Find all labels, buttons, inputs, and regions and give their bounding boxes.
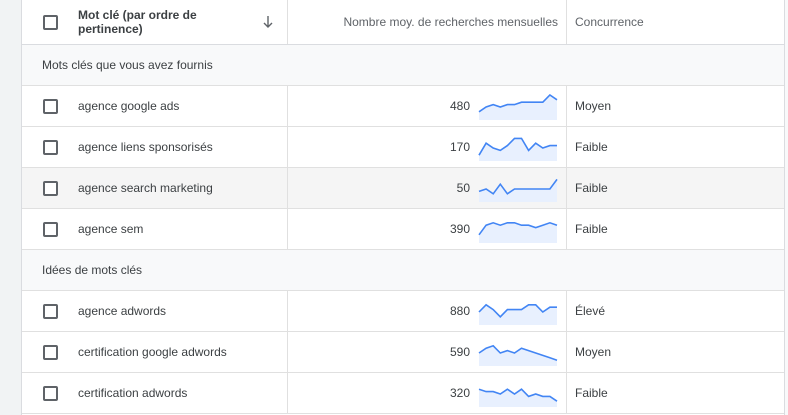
volume-column-header[interactable]: Nombre moy. de recherches mensuelles [288,0,566,44]
keyword-text: certification google adwords [78,345,227,359]
volume-value: 880 [449,304,470,318]
keyword-text: agence google ads [78,99,180,113]
section-label: Idées de mots clés [42,263,143,277]
table-row[interactable]: agence google ads 480 Moyen [22,86,784,127]
sparkline-area [479,138,557,161]
row-checkbox[interactable] [42,344,58,360]
trend-sparkline [478,388,558,407]
competition-value: Moyen [575,345,612,359]
keyword-column-header[interactable]: Mot clé (par ordre de pertinence) [78,8,228,36]
volume-value: 50 [456,181,470,195]
table-row[interactable]: agence liens sponsorisés 170 Faible [22,127,784,168]
right-scrollbar-track[interactable] [784,0,788,415]
volume-value: 390 [449,222,470,236]
competition-value: Moyen [575,99,612,113]
table-row[interactable]: agence sem 390 Faible [22,209,784,250]
sparkline-area [479,222,557,243]
row-checkbox[interactable] [42,303,58,319]
table-row[interactable]: agence search marketing 50 Faible [22,168,784,209]
volume-value: 480 [449,99,470,113]
section-label: Mots clés que vous avez fournis [42,58,213,72]
row-checkbox[interactable] [42,221,58,237]
keyword-text: agence search marketing [78,181,213,195]
section-row: Mots clés que vous avez fournis [22,45,784,86]
header-competition[interactable]: Concurrence [566,0,784,44]
trend-sparkline [478,137,557,161]
left-gutter [0,0,22,415]
row-checkbox[interactable] [42,139,58,155]
competition-value: Élevé [575,304,606,318]
keyword-text: certification adwords [78,386,188,400]
volume-value: 170 [449,140,470,154]
competition-value: Faible [575,140,608,154]
table-header: Mot clé (par ordre de pertinence) Nombre… [22,0,784,45]
sort-arrow-down-icon[interactable] [261,14,275,30]
volume-value: 320 [449,386,470,400]
table-row[interactable]: certification google adwords 590 Moyen [22,332,784,373]
header-keyword[interactable]: Mot clé (par ordre de pertinence) [78,0,287,44]
trend-sparkline [478,94,558,120]
header-checkbox-cell [22,0,78,44]
header-volume[interactable]: Nombre moy. de recherches mensuelles [287,0,566,44]
competition-value: Faible [575,181,608,195]
competition-value: Faible [575,386,608,400]
table-row[interactable]: agence adwords 880 Élevé [22,291,784,332]
sparkline-area [479,179,557,202]
keyword-text: agence adwords [78,304,167,318]
competition-value: Faible [575,222,608,236]
volume-value: 590 [449,345,470,359]
row-checkbox[interactable] [42,98,58,114]
keyword-text: agence sem [78,222,144,236]
keyword-table: Mot clé (par ordre de pertinence) Nombre… [22,0,784,414]
table-row[interactable]: certification adwords 320 Faible [22,373,784,414]
trend-sparkline [478,178,558,202]
select-all-checkbox[interactable] [42,14,58,30]
keyword-text: agence liens sponsorisés [78,140,213,154]
section-row: Idées de mots clés [22,250,784,291]
trend-sparkline [478,303,557,325]
trend-sparkline [478,344,558,366]
row-checkbox[interactable] [42,385,58,401]
trend-sparkline [478,221,558,243]
row-checkbox[interactable] [42,180,58,196]
competition-column-header[interactable]: Concurrence [575,15,644,29]
